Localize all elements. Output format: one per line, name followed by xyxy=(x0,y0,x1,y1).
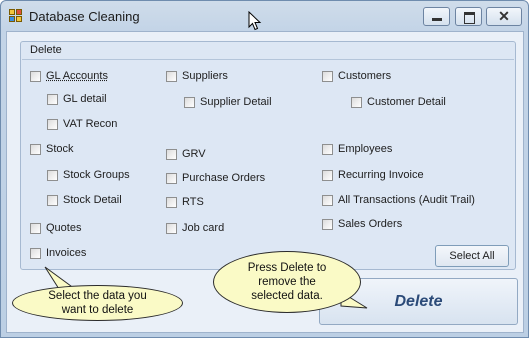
checkbox-box[interactable] xyxy=(30,247,41,259)
mouse-cursor-icon xyxy=(248,11,262,31)
checkbox-box[interactable] xyxy=(47,169,58,181)
maximize-button[interactable] xyxy=(455,7,482,26)
checkbox-box[interactable] xyxy=(184,96,195,108)
checkbox-supplier-detail[interactable]: Supplier Detail xyxy=(184,96,272,108)
checkbox-sales-orders[interactable]: Sales Orders xyxy=(322,218,402,230)
checkbox-box[interactable] xyxy=(47,93,58,105)
checkbox-label: Customers xyxy=(338,70,392,82)
checkbox-invoices[interactable]: Invoices xyxy=(30,247,86,259)
checkbox-label: All Transactions (Audit Trail) xyxy=(338,194,475,206)
checkbox-box[interactable] xyxy=(30,143,41,155)
checkbox-box[interactable] xyxy=(47,194,58,206)
checkbox-quotes[interactable]: Quotes xyxy=(30,222,81,234)
checkbox-box[interactable] xyxy=(322,169,333,181)
checkbox-label: GL Accounts xyxy=(46,70,108,82)
checkbox-box[interactable] xyxy=(351,96,362,108)
checkbox-box[interactable] xyxy=(322,218,333,230)
delete-groupbox: Delete GL Accounts GL detail VAT Recon S… xyxy=(20,41,516,270)
checkbox-vat-recon[interactable]: VAT Recon xyxy=(47,118,117,130)
checkbox-label: GRV xyxy=(182,148,206,160)
minimize-button[interactable] xyxy=(423,7,450,26)
checkbox-purchase-orders[interactable]: Purchase Orders xyxy=(166,172,265,184)
select-all-button[interactable]: Select All xyxy=(435,245,509,267)
checkbox-label: Sales Orders xyxy=(338,218,403,230)
checkbox-label: RTS xyxy=(182,196,204,208)
checkbox-box[interactable] xyxy=(30,70,41,82)
groupbox-divider xyxy=(22,59,514,60)
checkbox-customers[interactable]: Customers xyxy=(322,70,391,82)
checkbox-box[interactable] xyxy=(322,70,333,82)
callout-right-line-3: selected data. xyxy=(251,290,323,302)
window-title: Database Cleaning xyxy=(29,9,140,24)
checkbox-job-card[interactable]: Job card xyxy=(166,222,224,234)
checkbox-box[interactable] xyxy=(47,118,58,130)
close-button[interactable]: ✕ xyxy=(486,7,522,26)
checkbox-label: Supplier Detail xyxy=(200,96,272,108)
checkbox-rts[interactable]: RTS xyxy=(166,196,204,208)
app-icon xyxy=(9,9,23,23)
checkbox-gl-detail[interactable]: GL detail xyxy=(47,93,107,105)
checkbox-label: Stock xyxy=(46,143,74,155)
checkbox-label: Stock Groups xyxy=(63,169,130,181)
checkbox-gl-accounts[interactable]: GL Accounts xyxy=(30,70,108,82)
checkbox-label: Employees xyxy=(338,143,393,155)
checkbox-label: VAT Recon xyxy=(63,118,118,130)
checkbox-stock-detail[interactable]: Stock Detail xyxy=(47,194,122,206)
checkbox-label: Suppliers xyxy=(182,70,228,82)
checkbox-stock[interactable]: Stock xyxy=(30,143,74,155)
title-bar[interactable]: Database Cleaning ✕ xyxy=(1,1,528,31)
checkbox-box[interactable] xyxy=(166,172,177,184)
checkbox-label: Stock Detail xyxy=(63,194,122,206)
checkbox-label: Recurring Invoice xyxy=(338,169,424,181)
checkbox-label: Job card xyxy=(182,222,225,234)
checkbox-label: Invoices xyxy=(46,247,87,259)
checkbox-label: Quotes xyxy=(46,222,82,234)
groupbox-title: Delete xyxy=(30,44,62,56)
callout-select-data: Select the data you want to delete xyxy=(12,285,183,321)
callout-left-line-2: want to delete xyxy=(61,304,134,316)
checkbox-grv[interactable]: GRV xyxy=(166,148,206,160)
checkbox-label: Purchase Orders xyxy=(182,172,266,184)
close-icon: ✕ xyxy=(498,8,510,24)
checkbox-box[interactable] xyxy=(166,196,177,208)
checkbox-all-transactions[interactable]: All Transactions (Audit Trail) xyxy=(322,194,475,206)
checkbox-box[interactable] xyxy=(166,148,177,160)
database-cleaning-window: Database Cleaning ✕ Delete GL Accounts G… xyxy=(0,0,529,338)
checkbox-stock-groups[interactable]: Stock Groups xyxy=(47,169,130,181)
checkbox-box[interactable] xyxy=(166,222,177,234)
checkbox-customer-detail[interactable]: Customer Detail xyxy=(351,96,446,108)
checkbox-employees[interactable]: Employees xyxy=(322,143,392,155)
checkbox-box[interactable] xyxy=(322,194,333,206)
callout-right-line-2: remove the xyxy=(258,276,316,288)
checkbox-suppliers[interactable]: Suppliers xyxy=(166,70,228,82)
checkbox-box[interactable] xyxy=(166,70,177,82)
callout-press-delete: Press Delete to remove the selected data… xyxy=(213,251,361,313)
checkbox-label: Customer Detail xyxy=(367,96,446,108)
checkbox-box[interactable] xyxy=(30,222,41,234)
callout-left-line-1: Select the data you xyxy=(48,290,147,302)
checkbox-label: GL detail xyxy=(63,93,107,105)
checkbox-box[interactable] xyxy=(322,143,333,155)
checkbox-recurring-invoice[interactable]: Recurring Invoice xyxy=(322,169,424,181)
callout-right-line-1: Press Delete to xyxy=(247,262,327,274)
